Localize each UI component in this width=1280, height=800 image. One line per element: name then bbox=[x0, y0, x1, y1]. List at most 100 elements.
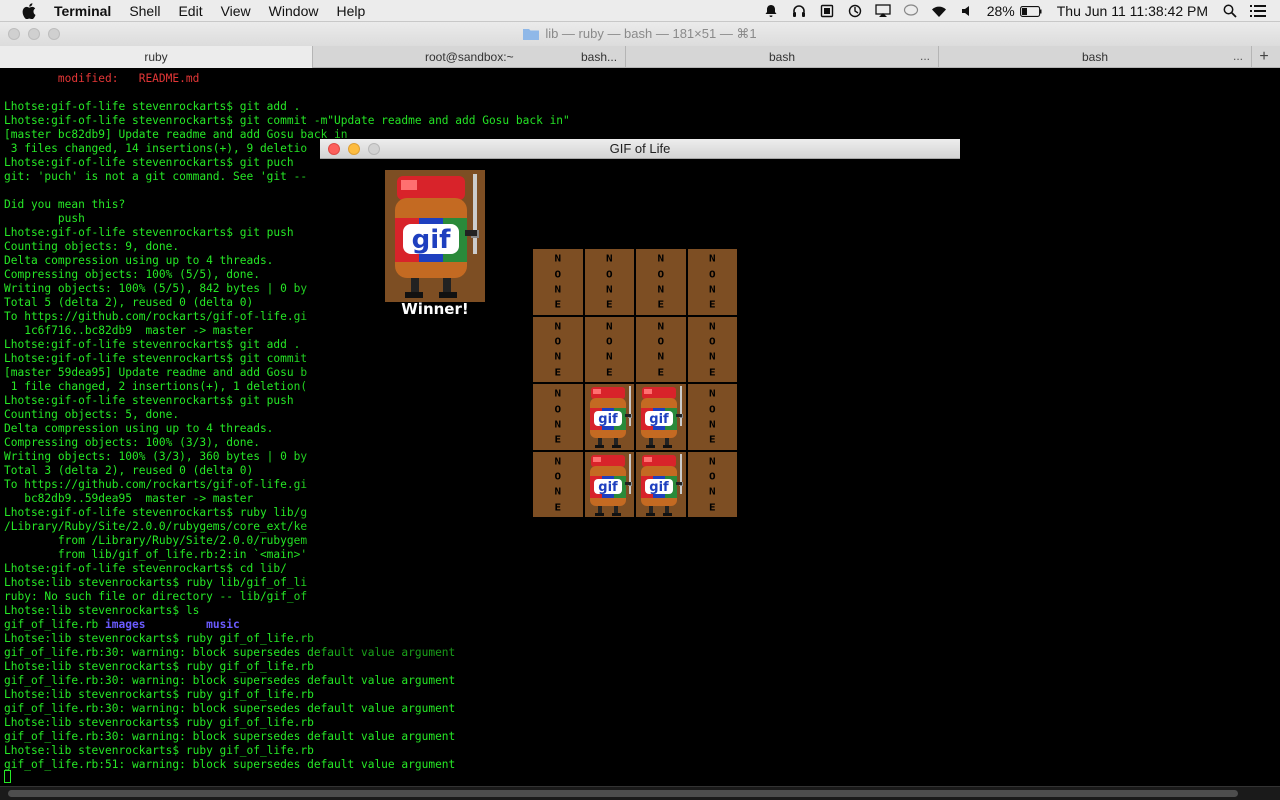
terminal-line: bc82db9..59dea95 master -> master bbox=[4, 492, 253, 506]
chat-bubble-icon[interactable] bbox=[903, 3, 919, 19]
grid-cell-empty[interactable]: NONE bbox=[635, 315, 687, 383]
horizontal-scrollbar[interactable] bbox=[0, 786, 1280, 800]
terminal-line-text: Writing objects: 100% (5/5), 842 bytes |… bbox=[4, 282, 308, 295]
tab-root-sandbox[interactable]: root@sandbox:~ bash... bbox=[313, 46, 626, 68]
terminal-line-text: 1 file changed, 2 insertions(+), 1 delet… bbox=[4, 380, 308, 393]
terminal-line-text: Lhotse:gif-of-life stevenrockarts$ git a… bbox=[4, 100, 301, 113]
battery-percent[interactable]: 28% bbox=[987, 3, 1015, 19]
minimize-button[interactable] bbox=[348, 143, 360, 155]
none-letter: E bbox=[657, 299, 665, 311]
zoom-button[interactable] bbox=[48, 28, 60, 40]
none-letter: E bbox=[708, 366, 716, 378]
grid-cell-empty[interactable]: NONE bbox=[686, 383, 738, 451]
terminal-line-text: Total 3 (delta 2), reused 0 (delta 0) bbox=[4, 464, 254, 477]
tab-label: root@sandbox:~ bbox=[425, 50, 514, 64]
terminal-line-text: ruby: No such file or directory -- lib/g… bbox=[4, 590, 308, 603]
grid-cell-empty[interactable]: NONE bbox=[532, 315, 584, 383]
terminal-line: 1 file changed, 2 insertions(+), 1 delet… bbox=[4, 380, 307, 394]
menu-view[interactable]: View bbox=[221, 3, 251, 19]
notification-bell-icon[interactable] bbox=[763, 3, 779, 19]
grid-cell-empty[interactable]: NONE bbox=[583, 315, 635, 383]
battery-icon[interactable] bbox=[1019, 3, 1043, 19]
new-tab-button[interactable]: + bbox=[1252, 46, 1276, 68]
tab-bash-1[interactable]: bash ... bbox=[626, 46, 939, 68]
terminal-cursor bbox=[4, 770, 11, 783]
terminal-line: gif_of_life.rb:30: warning: block supers… bbox=[4, 702, 455, 716]
menu-window[interactable]: Window bbox=[269, 3, 319, 19]
none-letter: O bbox=[708, 471, 716, 483]
wifi-icon[interactable] bbox=[931, 3, 947, 19]
none-letter: N bbox=[708, 388, 716, 400]
terminal-line-text: Lhotse:gif-of-life stevenrockarts$ git c… bbox=[4, 352, 308, 365]
menu-app-terminal[interactable]: Terminal bbox=[54, 3, 111, 19]
tab-label: bash... bbox=[581, 50, 618, 64]
terminal-line: push bbox=[4, 212, 85, 226]
zoom-button[interactable] bbox=[368, 143, 380, 155]
none-letter: E bbox=[554, 299, 562, 311]
terminal-line-text: gif_of_life.rb:30: warning: block supers… bbox=[4, 646, 456, 659]
none-letter: N bbox=[554, 486, 562, 498]
tab-label: ruby bbox=[144, 50, 168, 64]
terminal-line-text: [master 59dea95] Update readme and add G… bbox=[4, 366, 308, 379]
grid-cell-jar[interactable]: gif bbox=[583, 450, 635, 518]
terminal-line-text: Lhotse:lib stevenrockarts$ ls bbox=[4, 604, 200, 617]
game-canvas[interactable]: gif Winner! NONENONENONENONENONENONENONE… bbox=[320, 159, 960, 639]
grid-cell-empty[interactable]: NONE bbox=[635, 248, 687, 316]
terminal-titlebar[interactable]: lib — ruby — bash — 181×51 — ⌘1 bbox=[0, 22, 1280, 46]
menu-shell[interactable]: Shell bbox=[129, 3, 160, 19]
none-letter: E bbox=[605, 299, 613, 311]
tab-overflow: ... bbox=[1232, 49, 1243, 63]
terminal-line: Lhotse:lib stevenrockarts$ ruby gif_of_l… bbox=[4, 632, 314, 646]
grid-cell-empty[interactable]: NONE bbox=[686, 450, 738, 518]
terminal-line: Lhotse:lib stevenrockarts$ ruby gif_of_l… bbox=[4, 744, 314, 758]
grid-cell-jar[interactable]: gif bbox=[635, 450, 687, 518]
grid-cell-jar[interactable]: gif bbox=[635, 383, 687, 451]
grid-cell-empty[interactable]: NONE bbox=[583, 248, 635, 316]
airplay-icon[interactable] bbox=[875, 3, 891, 19]
headphones-icon[interactable] bbox=[791, 3, 807, 19]
grid-cell-empty[interactable]: NONE bbox=[686, 248, 738, 316]
game-grid[interactable]: N O N E N O N E N O N E N O N E N O N E N O N E N O N E N O N E N O N Egif g… bbox=[532, 248, 738, 518]
close-button[interactable] bbox=[328, 143, 340, 155]
none-letter: N bbox=[554, 388, 562, 400]
grid-cell-jar[interactable]: gif bbox=[583, 383, 635, 451]
none-letter: N bbox=[554, 351, 562, 363]
menu-help[interactable]: Help bbox=[336, 3, 365, 19]
none-letter: N bbox=[605, 253, 613, 265]
minimize-button[interactable] bbox=[28, 28, 40, 40]
gif-of-life-titlebar[interactable]: GIF of Life bbox=[320, 139, 960, 159]
terminal-line: Lhotse:lib stevenrockarts$ ruby gif_of_l… bbox=[4, 688, 314, 702]
gif-of-life-window[interactable]: GIF of Life gif Winner! NONENONENONENONE… bbox=[320, 139, 960, 639]
none-letter: E bbox=[554, 366, 562, 378]
terminal-line-text: from /Library/Ruby/Site/2.0.0/rubygem bbox=[4, 534, 308, 547]
svg-text:gif: gif bbox=[649, 412, 669, 427]
terminal-line: To https://github.com/rockarts/gif-of-li… bbox=[4, 310, 307, 324]
spotlight-search-icon[interactable] bbox=[1222, 3, 1238, 19]
scrollbar-thumb[interactable] bbox=[8, 790, 1238, 797]
grid-cell-empty[interactable]: NONE bbox=[686, 315, 738, 383]
terminal-line-text: Lhotse:lib stevenrockarts$ ruby gif_of_l… bbox=[4, 688, 314, 701]
notification-center-icon[interactable] bbox=[1250, 3, 1266, 19]
terminal-line-text: To https://github.com/rockarts/gif-of-li… bbox=[4, 478, 308, 491]
terminal-line: from lib/gif_of_life.rb:2:in `<main>' bbox=[4, 548, 307, 562]
none-letter: O bbox=[554, 336, 562, 348]
terminal-line: Delta compression using up to 4 threads. bbox=[4, 422, 273, 436]
none-letter: N bbox=[708, 486, 716, 498]
volume-icon[interactable] bbox=[959, 3, 975, 19]
sync-icon[interactable] bbox=[847, 3, 863, 19]
dropbox-icon[interactable] bbox=[819, 3, 835, 19]
tab-bash-2[interactable]: bash ... bbox=[939, 46, 1252, 68]
terminal-line-text: Lhotse:gif-of-life stevenrockarts$ git p… bbox=[4, 394, 294, 407]
menu-edit[interactable]: Edit bbox=[178, 3, 202, 19]
tab-ruby[interactable]: ruby bbox=[0, 46, 313, 68]
apple-icon[interactable] bbox=[20, 0, 38, 22]
terminal-line-text: Lhotse:gif-of-life stevenrockarts$ ruby … bbox=[4, 506, 308, 519]
folder-icon bbox=[523, 28, 540, 40]
tab-label: bash bbox=[1081, 50, 1109, 64]
tab-label: bash bbox=[768, 50, 796, 64]
menubar-clock[interactable]: Thu Jun 11 11:38:42 PM bbox=[1057, 3, 1208, 19]
grid-cell-empty[interactable]: NONE bbox=[532, 383, 584, 451]
grid-cell-empty[interactable]: NONE bbox=[532, 450, 584, 518]
grid-cell-empty[interactable]: NONE bbox=[532, 248, 584, 316]
close-button[interactable] bbox=[8, 28, 20, 40]
